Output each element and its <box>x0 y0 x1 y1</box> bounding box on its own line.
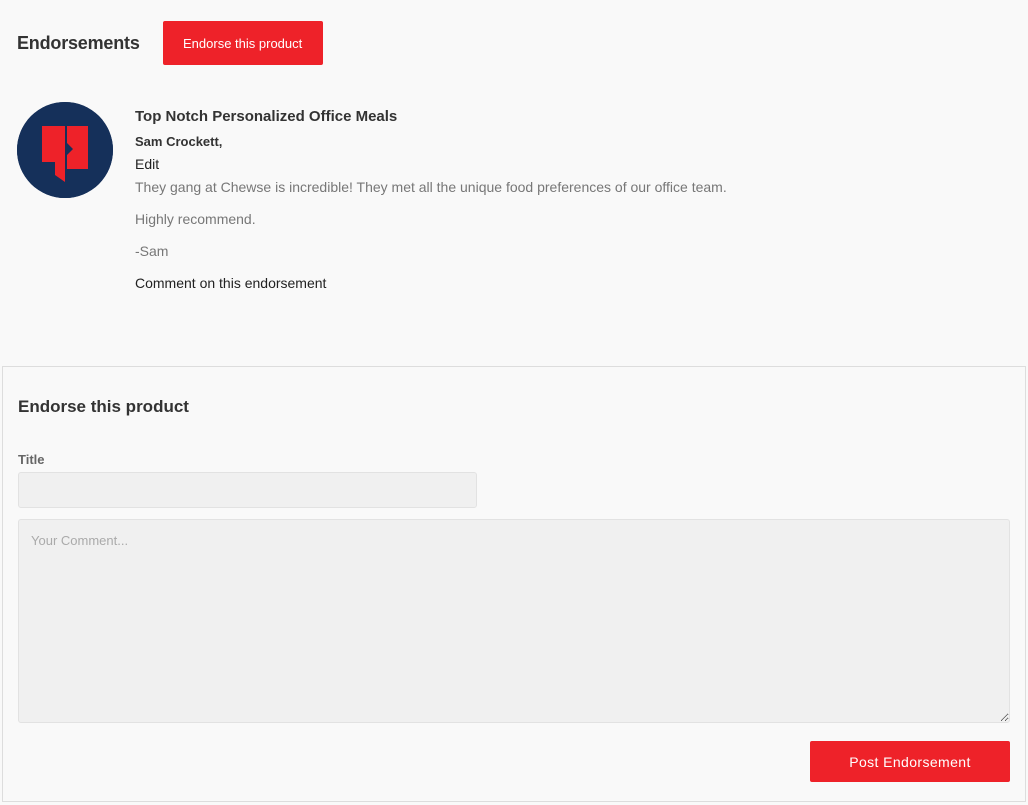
title-input[interactable] <box>18 472 477 508</box>
endorse-form-panel: Endorse this product Title Post Endorsem… <box>2 366 1026 802</box>
title-label: Title <box>18 452 45 467</box>
post-endorsement-button[interactable]: Post Endorsement <box>810 741 1010 782</box>
endorsement-title: Top Notch Personalized Office Meals <box>135 108 398 125</box>
endorsement-body: Top Notch Personalized Office Meals Sam … <box>135 106 995 293</box>
comment-on-endorsement-link[interactable]: Comment on this endorsement <box>135 273 326 293</box>
form-title: Endorse this product <box>18 397 189 416</box>
endorsement-author: Sam Crockett, <box>135 134 223 149</box>
endorsement-text: They gang at Chewse is incredible! They … <box>135 179 727 195</box>
avatar <box>17 102 113 198</box>
comment-textarea[interactable] <box>18 519 1010 723</box>
edit-link[interactable]: Edit <box>135 154 159 174</box>
endorsement-signature: -Sam <box>135 243 169 259</box>
endorsement-text: Highly recommend. <box>135 211 256 227</box>
section-title: Endorsements <box>17 32 140 53</box>
chewse-logo-icon <box>17 102 113 198</box>
endorse-product-button[interactable]: Endorse this product <box>162 21 323 65</box>
endorsements-header: Endorsements Endorse this product <box>17 21 323 65</box>
